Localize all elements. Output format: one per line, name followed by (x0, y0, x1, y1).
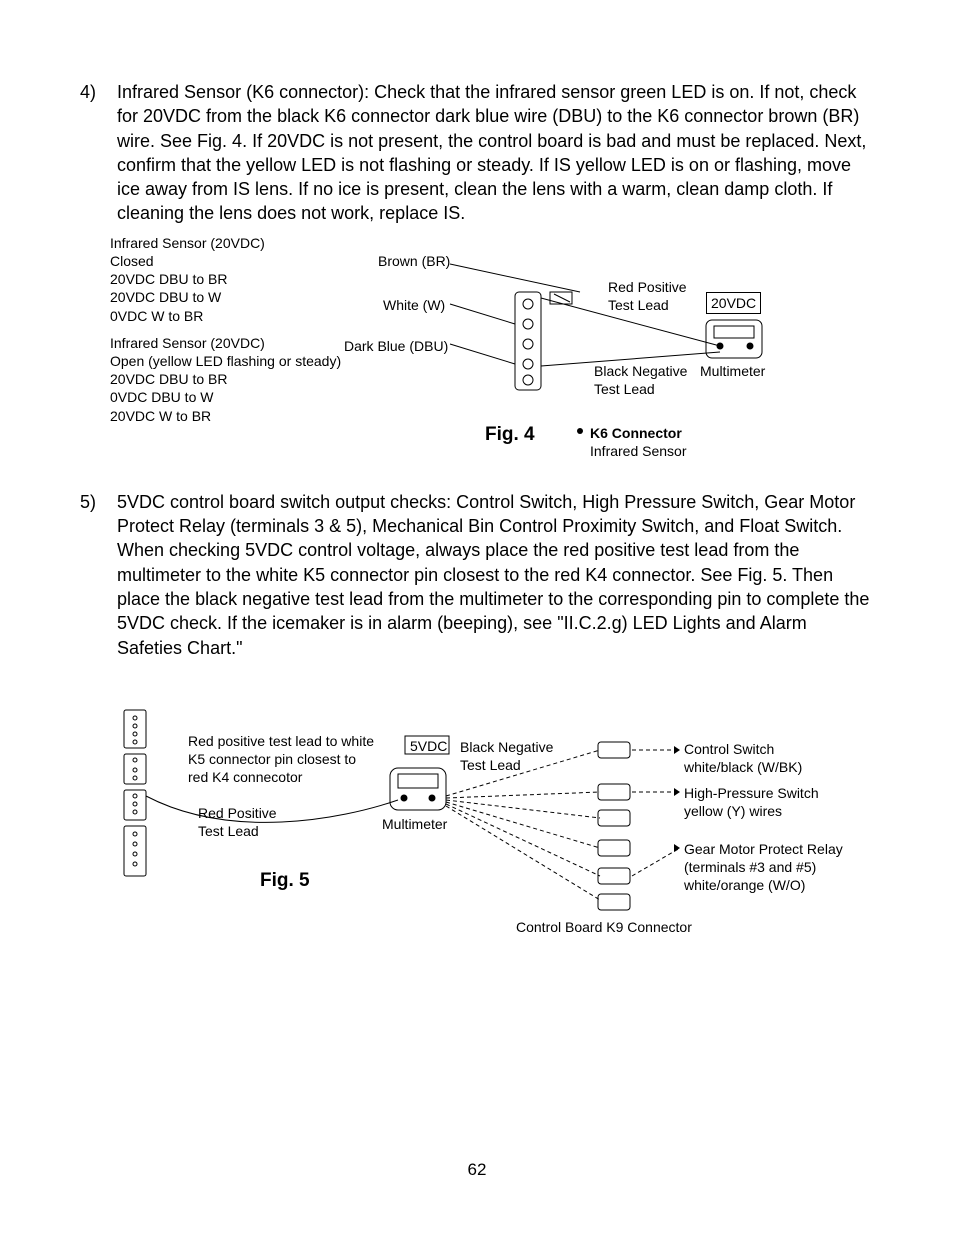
figure-4: Infrared Sensor (20VDC) Closed 20VDC DBU… (80, 234, 874, 464)
fig5-high-pressure-switch: High-Pressure Switch yellow (Y) wires (684, 784, 819, 820)
fig4-sensor-open-block: Infrared Sensor (20VDC) Open (yellow LED… (110, 334, 341, 425)
step-5-number: 5) (80, 490, 112, 514)
fig4-wire-white: White (W) (383, 296, 445, 314)
fig4-voltage-readout: 20VDC (706, 292, 761, 314)
step-5-text: 5VDC control board switch output checks:… (117, 490, 871, 660)
fig4-sensor-closed-block: Infrared Sensor (20VDC) Closed 20VDC DBU… (110, 234, 265, 325)
fig5-black-lead: Black Negative Test Lead (460, 738, 553, 774)
step-5: 5) 5VDC control board switch output chec… (80, 490, 874, 660)
page-number: 62 (0, 1160, 954, 1180)
fig5-gear-motor-relay: Gear Motor Protect Relay (terminals #3 a… (684, 840, 843, 895)
fig5-k9-caption: Control Board K9 Connector (516, 918, 692, 936)
step-4-text: Infrared Sensor (K6 connector): Check th… (117, 80, 871, 226)
fig4-black-lead: Black Negative Test Lead (594, 362, 687, 398)
fig4-red-lead: Red Positive Test Lead (608, 278, 687, 314)
figure-5: Red positive test lead to white K5 conne… (80, 700, 874, 960)
fig4-multimeter-label: Multimeter (700, 362, 765, 380)
fig5-red-lead-note: Red positive test lead to white K5 conne… (188, 732, 374, 787)
fig5-red-lead: Red Positive Test Lead (198, 804, 277, 840)
fig4-wire-brown: Brown (BR) (378, 252, 450, 270)
fig4-label: Fig. 4 (485, 424, 535, 446)
fig5-multimeter-label: Multimeter (382, 815, 447, 833)
fig4-k6-connector: K6 Connector Infrared Sensor (590, 424, 687, 460)
fig5-label: Fig. 5 (260, 870, 310, 892)
fig5-control-switch: Control Switch white/black (W/BK) (684, 740, 802, 776)
fig4-wire-dbu: Dark Blue (DBU) (344, 337, 448, 355)
step-4: 4) Infrared Sensor (K6 connector): Check… (80, 80, 874, 226)
step-4-number: 4) (80, 80, 112, 104)
fig5-voltage-readout: 5VDC (410, 737, 447, 755)
